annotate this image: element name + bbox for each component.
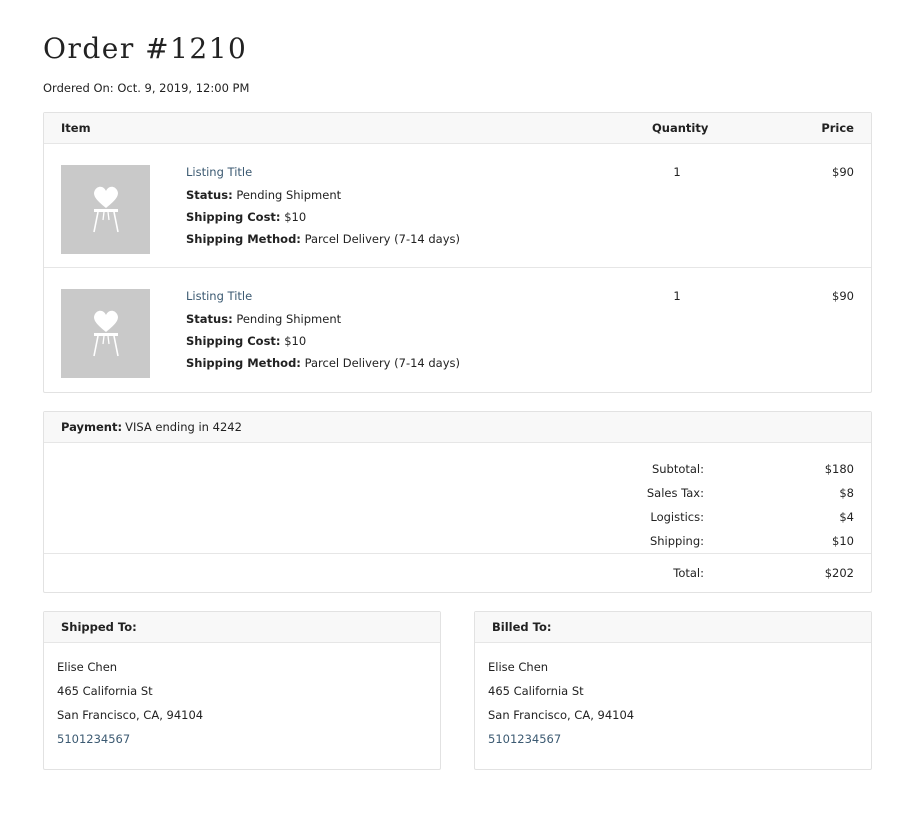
chair-heart-icon	[92, 310, 119, 356]
shipped-to-name: Elise Chen	[57, 660, 118, 674]
item-quantity: 1	[673, 289, 681, 303]
shipping-value: $10	[832, 534, 854, 548]
subtotal-row: Subtotal: $180	[61, 457, 854, 481]
shipping-row: Shipping: $10	[61, 529, 854, 553]
billed-to-heading: Billed To:	[475, 612, 871, 643]
status-line: Status: Pending Shipment	[186, 312, 460, 326]
sales-tax-value: $8	[839, 486, 854, 500]
total-row: Total: $202	[44, 554, 871, 592]
shipping-label: Shipping:	[649, 534, 704, 548]
items-table-header: Item Quantity Price	[44, 113, 871, 144]
shipping-cost-label: Shipping Cost:	[186, 210, 281, 224]
listing-thumbnail[interactable]	[61, 165, 150, 254]
shipped-to-phone-link[interactable]: 5101234567	[57, 731, 427, 755]
shipping-cost-line: Shipping Cost: $10	[186, 334, 460, 348]
shipping-method-value: Parcel Delivery (7-14 days)	[304, 356, 461, 370]
shipped-to-heading: Shipped To:	[44, 612, 440, 643]
shipping-cost-line: Shipping Cost: $10	[186, 210, 460, 224]
listing-details: Listing Title Status: Pending Shipment S…	[186, 289, 460, 378]
logistics-label: Logistics:	[650, 510, 704, 524]
total-label: Total:	[673, 566, 704, 580]
shipped-to-city: San Francisco, CA, 94104	[57, 708, 204, 722]
billed-to-street: 465 California St	[488, 684, 584, 698]
billed-to-name: Elise Chen	[488, 660, 549, 674]
addresses: Shipped To: Elise Chen 465 California St…	[43, 611, 872, 770]
subtotal-value: $180	[824, 462, 854, 476]
payment-label: Payment:	[61, 420, 123, 434]
shipped-to-street: 465 California St	[57, 684, 153, 698]
ordered-on-label: Ordered On:	[43, 81, 114, 95]
ordered-on: Ordered On: Oct. 9, 2019, 12:00 PM	[43, 81, 872, 95]
payment-summary: Payment: VISA ending in 4242 Subtotal: $…	[43, 411, 872, 593]
listing-thumbnail[interactable]	[61, 289, 150, 378]
billed-to-city: San Francisco, CA, 94104	[488, 708, 635, 722]
billed-to-body: Elise Chen 465 California St San Francis…	[475, 643, 871, 769]
shipped-to-body: Elise Chen 465 California St San Francis…	[44, 643, 440, 769]
table-row: Listing Title Status: Pending Shipment S…	[44, 268, 871, 392]
shipping-cost-value: $10	[284, 334, 307, 348]
payment-method-value: VISA ending in 4242	[125, 420, 242, 434]
item-price: $90	[832, 165, 854, 179]
item-quantity: 1	[673, 165, 681, 179]
shipping-method-value: Parcel Delivery (7-14 days)	[304, 232, 461, 246]
listing-details: Listing Title Status: Pending Shipment S…	[186, 165, 460, 254]
status-value: Pending Shipment	[236, 188, 342, 202]
totals-breakdown: Subtotal: $180 Sales Tax: $8 Logistics: …	[44, 443, 871, 554]
listing-title-link[interactable]: Listing Title	[186, 289, 460, 304]
chair-heart-icon	[92, 186, 119, 232]
ordered-on-value: Oct. 9, 2019, 12:00 PM	[117, 81, 250, 95]
shipping-method-line: Shipping Method: Parcel Delivery (7-14 d…	[186, 232, 460, 246]
status-label: Status:	[186, 188, 233, 202]
payment-header: Payment: VISA ending in 4242	[44, 412, 871, 443]
status-label: Status:	[186, 312, 233, 326]
table-row: Listing Title Status: Pending Shipment S…	[44, 144, 871, 268]
listing-title-link[interactable]: Listing Title	[186, 165, 460, 180]
billed-to-phone-link[interactable]: 5101234567	[488, 731, 858, 755]
shipped-to-card: Shipped To: Elise Chen 465 California St…	[43, 611, 441, 770]
shipping-cost-label: Shipping Cost:	[186, 334, 281, 348]
shipping-method-label: Shipping Method:	[186, 356, 301, 370]
sales-tax-row: Sales Tax: $8	[61, 481, 854, 505]
logistics-row: Logistics: $4	[61, 505, 854, 529]
order-page: Order #1210 Ordered On: Oct. 9, 2019, 12…	[43, 30, 872, 770]
total-value: $202	[824, 566, 854, 580]
header-quantity: Quantity	[652, 121, 709, 135]
header-price: Price	[821, 121, 854, 135]
shipping-method-label: Shipping Method:	[186, 232, 301, 246]
sales-tax-label: Sales Tax:	[646, 486, 704, 500]
items-table: Item Quantity Price Listing Title Status…	[43, 112, 872, 393]
shipping-cost-value: $10	[284, 210, 307, 224]
item-price: $90	[832, 289, 854, 303]
status-line: Status: Pending Shipment	[186, 188, 460, 202]
subtotal-label: Subtotal:	[651, 462, 704, 476]
logistics-value: $4	[839, 510, 854, 524]
billed-to-card: Billed To: Elise Chen 465 California St …	[474, 611, 872, 770]
shipping-method-line: Shipping Method: Parcel Delivery (7-14 d…	[186, 356, 460, 370]
page-title: Order #1210	[43, 32, 248, 65]
status-value: Pending Shipment	[236, 312, 342, 326]
header-item: Item	[61, 121, 91, 135]
